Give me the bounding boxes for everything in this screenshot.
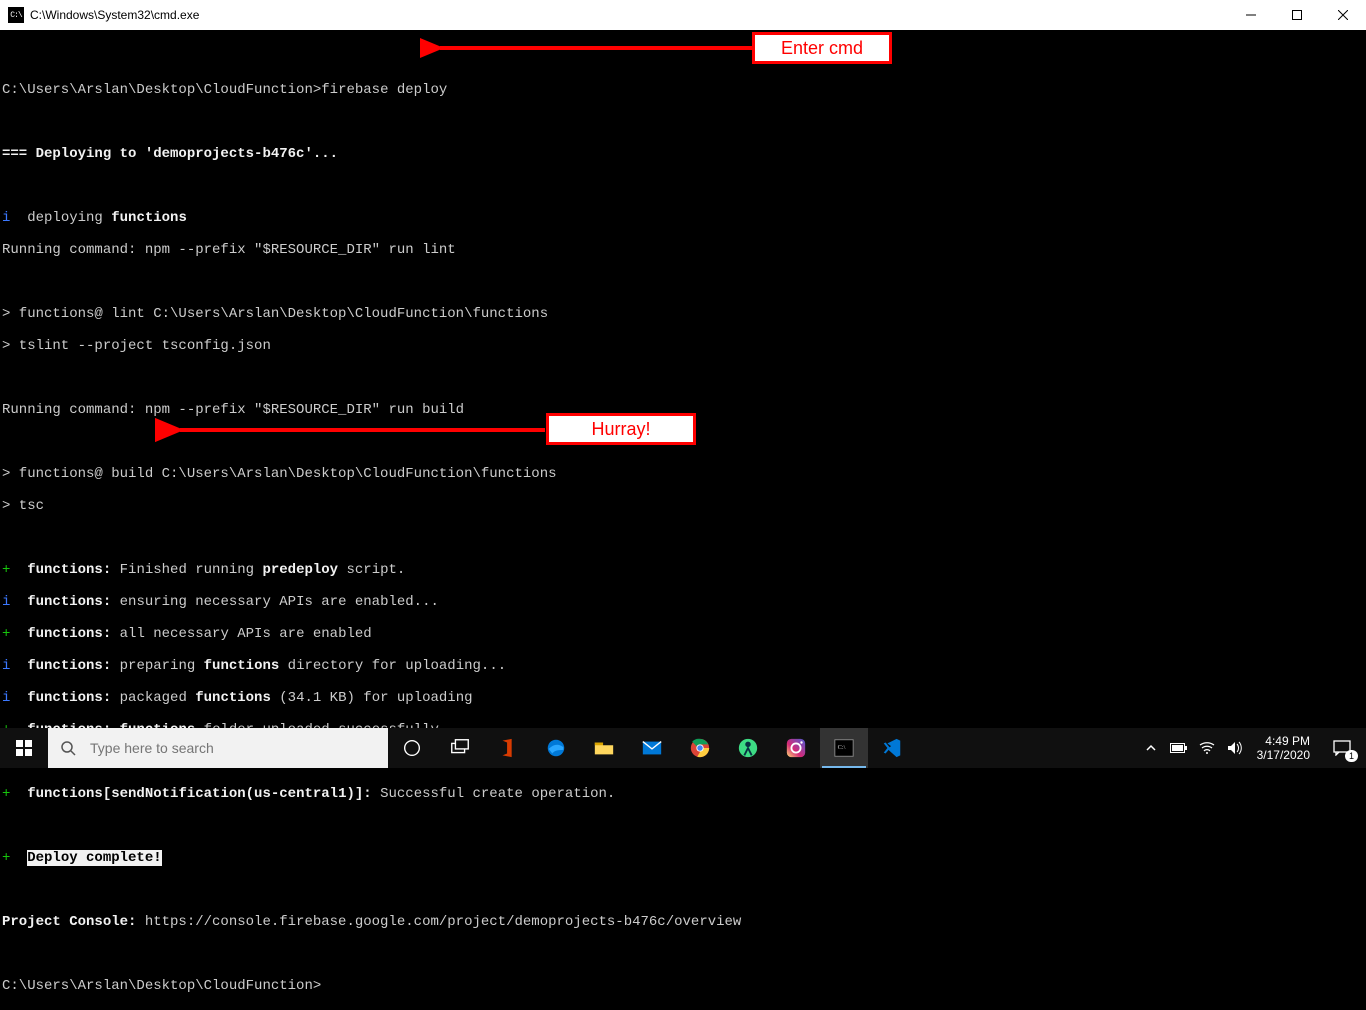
taskbar-search[interactable]	[48, 728, 388, 768]
prompt-path-2: C:\Users\Arslan\Desktop\CloudFunction>	[2, 978, 321, 994]
taskbar: C:\ 4:49 PM 3/17/2020 1	[0, 728, 1366, 768]
vscode-icon	[881, 737, 903, 759]
task-view-button[interactable]	[436, 728, 484, 768]
taskbar-app-mail[interactable]	[628, 728, 676, 768]
wifi-icon	[1199, 741, 1215, 755]
folder-icon	[593, 737, 615, 759]
run-build-line: Running command: npm --prefix "$RESOURCE…	[2, 402, 464, 418]
window-title: C:\Windows\System32\cmd.exe	[30, 8, 199, 22]
volume-icon	[1227, 741, 1243, 755]
svg-text:C:\: C:\	[838, 744, 846, 751]
taskbar-app-cmd[interactable]: C:\	[820, 728, 868, 768]
windows-icon	[16, 740, 32, 756]
maximize-button[interactable]	[1274, 0, 1320, 30]
tray-wifi[interactable]	[1197, 728, 1217, 768]
prompt-path: C:\Users\Arslan\Desktop\CloudFunction>	[2, 82, 321, 98]
taskbar-app-instagram[interactable]	[772, 728, 820, 768]
taskbar-app-edge[interactable]	[532, 728, 580, 768]
taskbar-app-chrome[interactable]	[676, 728, 724, 768]
deploy-complete-text: Deploy complete!	[27, 850, 161, 866]
taskbar-app-explorer[interactable]	[580, 728, 628, 768]
status-prefix: i	[2, 210, 27, 226]
chevron-up-icon	[1145, 742, 1157, 754]
task-view-icon	[449, 737, 471, 759]
tray-overflow[interactable]	[1141, 728, 1161, 768]
system-tray	[1137, 728, 1249, 768]
tray-volume[interactable]	[1225, 728, 1245, 768]
window-titlebar: C:\ C:\Windows\System32\cmd.exe	[0, 0, 1366, 30]
clock-date: 3/17/2020	[1257, 748, 1310, 762]
clock-time: 4:49 PM	[1257, 734, 1310, 748]
cmd-icon: C:\	[8, 7, 24, 23]
taskbar-app-android-studio[interactable]	[724, 728, 772, 768]
cmd-icon-text: C:\	[10, 11, 21, 20]
entered-command: firebase deploy	[321, 82, 447, 98]
minimize-button[interactable]	[1228, 0, 1274, 30]
chrome-icon	[689, 737, 711, 759]
cortana-icon	[401, 737, 423, 759]
taskbar-app-office[interactable]	[484, 728, 532, 768]
terminal-output[interactable]: C:\Users\Arslan\Desktop\CloudFunction>fi…	[0, 30, 1366, 728]
battery-icon	[1170, 742, 1188, 754]
cmd-taskbar-icon: C:\	[833, 737, 855, 759]
edge-icon	[545, 737, 567, 759]
action-center-button[interactable]: 1	[1318, 728, 1366, 768]
cortana-button[interactable]	[388, 728, 436, 768]
search-input[interactable]	[88, 739, 388, 757]
android-studio-icon	[737, 737, 759, 759]
run-lint-line: Running command: npm --prefix "$RESOURCE…	[2, 242, 456, 258]
tray-battery[interactable]	[1169, 728, 1189, 768]
annotation-enter-cmd: Enter cmd	[752, 32, 892, 64]
annotation-hurray: Hurray!	[546, 413, 696, 445]
mail-icon	[641, 737, 663, 759]
taskbar-app-vscode[interactable]	[868, 728, 916, 768]
search-icon	[48, 740, 88, 756]
taskbar-clock[interactable]: 4:49 PM 3/17/2020	[1249, 734, 1318, 762]
deploying-line: === Deploying to 'demoprojects-b476c'...	[2, 146, 338, 162]
close-button[interactable]	[1320, 0, 1366, 30]
start-button[interactable]	[0, 728, 48, 768]
notification-badge: 1	[1345, 750, 1358, 762]
office-icon	[497, 737, 519, 759]
instagram-icon	[785, 737, 807, 759]
project-console-url: https://console.firebase.google.com/proj…	[136, 914, 741, 930]
